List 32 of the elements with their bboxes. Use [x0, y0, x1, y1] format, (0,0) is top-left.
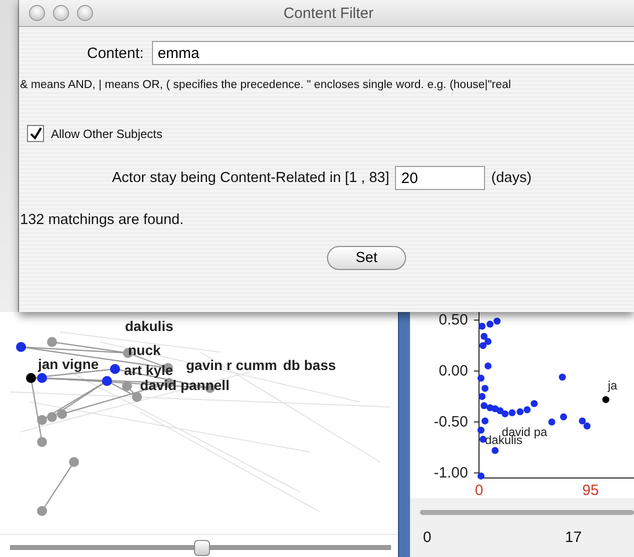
slider-tick-label: 17: [564, 529, 582, 546]
y-tick-label: -1.00: [434, 464, 468, 482]
syntax-hint: & means AND, | means OR, ( specifies the precedence. " encloses single word. e.g. (house|"real: [19, 79, 512, 91]
close-button[interactable]: [29, 5, 45, 21]
node-label: nuck: [128, 342, 161, 358]
y-tick-label: -0.50: [434, 413, 468, 430]
node-label: db bass: [283, 357, 336, 373]
y-tick-label: 0.00: [438, 362, 468, 380]
result-text: 132 matchings are found.: [19, 212, 185, 228]
window-title: Content Filter: [282, 4, 375, 22]
content-label: Content:: [87, 44, 144, 62]
checkbox[interactable]: [27, 125, 44, 142]
slider-tick-label: 0: [422, 529, 432, 546]
x-tick-label: 0: [474, 482, 484, 498]
unit-label: (days): [491, 170, 532, 186]
node-label: david pannell: [140, 377, 230, 393]
node-label: dakulis: [125, 318, 174, 334]
y-tick-label: 0.50: [438, 312, 468, 329]
zoom-button[interactable]: [77, 5, 93, 21]
content-field[interactable]: emma: [152, 41, 634, 65]
node-label: art kyle: [124, 362, 174, 378]
checkbox-label: Allow Other Subjects: [51, 126, 162, 140]
point-label: ja: [608, 378, 618, 393]
x-tick-label: 95: [582, 482, 599, 498]
slider-track[interactable]: [420, 510, 634, 515]
days-field[interactable]: 20: [395, 166, 486, 190]
node-label: jan vigne: [38, 356, 99, 372]
set-button[interactable]: Set: [326, 246, 406, 270]
slider-thumb[interactable]: [194, 540, 210, 556]
minimize-button[interactable]: [53, 5, 69, 21]
node-label: gavin r cumm: [186, 357, 278, 373]
duration-label: Actor stay being Content-Related in [1 , 83]: [112, 170, 390, 186]
